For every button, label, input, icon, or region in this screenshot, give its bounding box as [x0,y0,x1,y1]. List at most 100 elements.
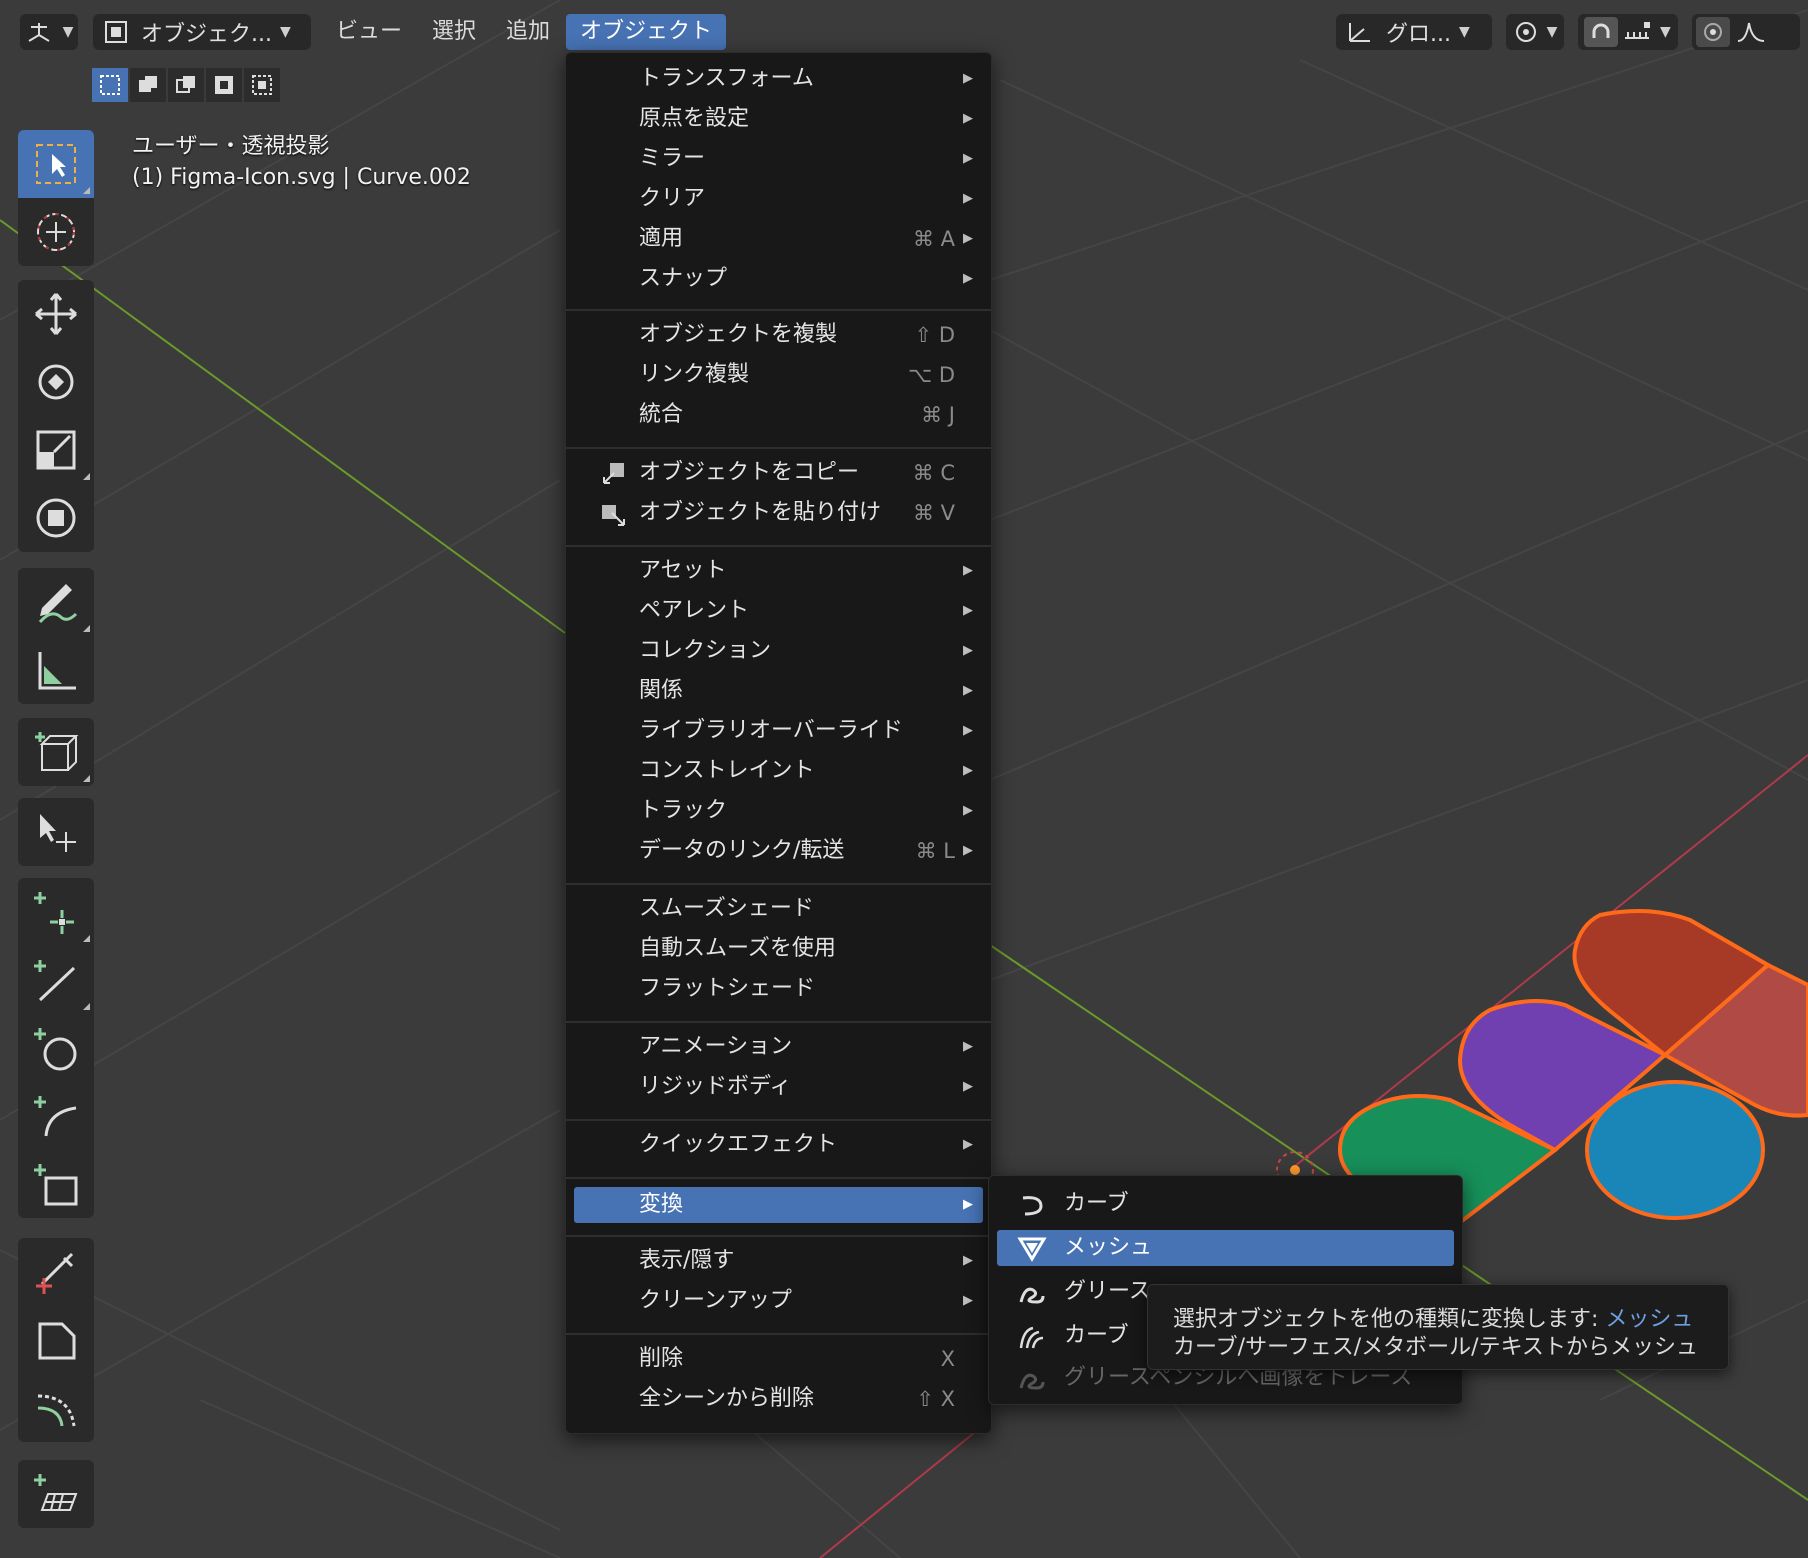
snap-toggle[interactable] [1584,17,1618,47]
menu-item-library-override[interactable]: ライブラリオーバーライド ▶ [574,713,983,749]
add-cube-tool[interactable] [18,718,94,786]
menu-item-copy-objects[interactable]: オブジェクトをコピー ⌘ C [574,455,983,491]
add-arc-tool[interactable] [18,1082,94,1150]
menu-add[interactable]: 追加 [492,14,564,50]
snap-settings[interactable]: ▼ [1578,14,1678,50]
menu-item-convert[interactable]: 変換 ▶ [574,1187,983,1223]
select-intersect-button[interactable] [244,68,280,102]
menu-item-set-origin[interactable]: 原点を設定 ▶ [574,101,983,137]
menu-item-apply[interactable]: 適用 ⌘ A ▶ [574,221,983,257]
menu-separator [566,883,991,885]
add-plane-icon [34,1474,78,1511]
menu-item-animation[interactable]: アニメーション ▶ [574,1029,983,1065]
annotate-icon [38,584,78,624]
menu-separator [566,1177,991,1179]
menu-item-show-hide[interactable]: 表示/隠す ▶ [574,1243,983,1279]
menu-item-quick-effects[interactable]: クイックエフェクト ▶ [574,1127,983,1163]
menu-item-delete[interactable]: 削除 X [574,1341,983,1377]
select-extend-button[interactable] [130,68,166,102]
submenu-arrow-icon: ▶ [963,763,973,778]
bend-tool[interactable] [18,1374,94,1442]
menu-separator [566,1235,991,1237]
shear-icon [38,1322,76,1360]
menu-item-track[interactable]: トラック ▶ [574,793,983,829]
add-circle-tool[interactable] [18,1014,94,1082]
menu-select[interactable]: 選択 [418,14,490,50]
menu-item-label: コンストレイント [639,758,815,783]
menu-item-parent[interactable]: ペアレント ▶ [574,593,983,629]
tooltip-line-2: カーブ/サーフェス/メタボール/テキストからメッシュ [1173,1335,1698,1360]
menu-item-snap[interactable]: スナップ ▶ [574,261,983,297]
menu-view[interactable]: ビュー [322,14,416,50]
menu-item-duplicate[interactable]: オブジェクトを複製 ⇧ D [574,317,983,353]
menu-item-delete-globally[interactable]: 全シーンから削除 ⇧ X [574,1381,983,1417]
menu-item-link-transfer-data[interactable]: データのリンク/転送 ⌘ L ▶ [574,833,983,869]
menu-item-label: フラットシェード [639,976,816,1001]
menu-item-constraint[interactable]: コンストレイント ▶ [574,753,983,789]
chevron-down-icon: ▼ [62,24,74,40]
scale-tool[interactable] [18,416,94,484]
add-plane-tool[interactable] [18,1460,94,1528]
menu-item-asset[interactable]: アセット ▶ [574,553,983,589]
submenu-arrow-icon: ▶ [963,1197,973,1212]
move-tool[interactable] [18,280,94,348]
proportional-editing[interactable] [1692,14,1800,50]
mode-label: オブジェク... [141,22,272,47]
add-edge-tool[interactable] [18,946,94,1014]
rotate-icon [38,364,74,400]
menu-item-paste-objects[interactable]: オブジェクトを貼り付け ⌘ V [574,495,983,531]
object-menu-dropdown: トランスフォーム ▶ 原点を設定 ▶ ミラー ▶ クリア ▶ 適用 ⌘ A ▶ スナップ ▶ … [565,52,992,1434]
menu-item-label: 関係 [639,678,684,703]
pivot-point-selector[interactable]: ▼ [1506,14,1564,50]
menu-item-join[interactable]: 統合 ⌘ J [574,397,983,433]
submenu-arrow-icon: ▶ [963,191,973,206]
menu-item-rigid-body[interactable]: リジッドボディ ▶ [574,1069,983,1105]
menu-item-shortcut: ⌘ L [915,839,955,863]
transform-tool[interactable] [18,484,94,552]
cursor-tool[interactable] [18,198,94,266]
submenu-item-label: カーブ [1064,1323,1129,1348]
menu-item-label: コレクション [639,638,772,663]
shear-tool[interactable] [18,1306,94,1374]
editor-type-button[interactable]: ▼ [20,14,78,50]
annotate-tool[interactable] [18,568,94,636]
knife-tool[interactable] [18,1238,94,1306]
submenu-arrow-icon: ▶ [963,1079,973,1094]
add-vertex-tool[interactable] [18,878,94,946]
menu-item-collection[interactable]: コレクション ▶ [574,633,983,669]
transform-orientation-selector[interactable]: グロ... ▼ [1336,14,1492,50]
pivot-icon [1515,22,1536,42]
toolbar-group-annotate [18,568,94,704]
select-new-button[interactable] [92,68,128,102]
rotate-tool[interactable] [18,348,94,416]
select-invert-button[interactable] [206,68,242,102]
menu-item-shortcut: ⌘ C [912,461,955,485]
chevron-down-icon: ▼ [1458,24,1470,40]
object-mode-icon [105,21,127,43]
toolbar-group-add [18,718,94,786]
select-subtract-button[interactable] [168,68,204,102]
menu-item-clear[interactable]: クリア ▶ [574,181,983,217]
convert-to-curve[interactable]: カーブ [997,1186,1454,1222]
convert-to-mesh[interactable]: メッシュ [997,1230,1454,1266]
menu-item-label: 原点を設定 [639,106,750,131]
proportional-edit-toggle[interactable] [1696,17,1730,47]
select-new-icon [100,75,120,95]
menu-item-auto-smooth[interactable]: 自動スムーズを使用 [574,931,983,967]
extrude-tool[interactable] [18,798,94,866]
measure-tool[interactable] [18,636,94,704]
menu-item-clean-up[interactable]: クリーンアップ ▶ [574,1283,983,1319]
menu-item-shade-flat[interactable]: フラットシェード [574,971,983,1007]
menu-item-shortcut: ⌘ A [912,227,955,251]
select-box-icon [36,144,76,184]
select-box-tool[interactable] [18,130,94,198]
menu-object[interactable]: オブジェクト [566,14,727,50]
menu-item-shade-smooth[interactable]: スムーズシェード [574,891,983,927]
mode-selector[interactable]: オブジェク... ▼ [93,14,311,50]
menu-item-relations[interactable]: 関係 ▶ [574,673,983,709]
menu-item-mirror[interactable]: ミラー ▶ [574,141,983,177]
add-rect-tool[interactable] [18,1150,94,1218]
menu-item-link-duplicate[interactable]: リンク複製 ⌥ D [574,357,983,393]
menu-item-transform[interactable]: トランスフォーム ▶ [574,61,983,97]
transform-orientation-icon [1349,23,1370,42]
